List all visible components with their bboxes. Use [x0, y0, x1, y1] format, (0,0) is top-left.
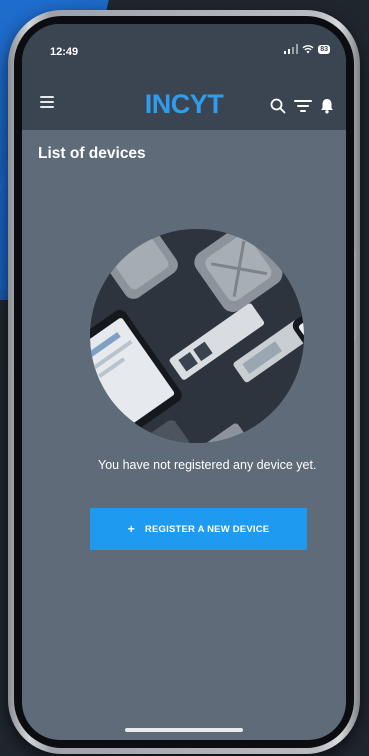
- header-actions: [270, 98, 334, 114]
- status-bar: 12:49 83: [22, 24, 346, 76]
- wifi-icon: [302, 45, 314, 54]
- plus-icon: +: [127, 522, 135, 536]
- phone-frame: 12:49 83 INCYT List of devices You have …: [8, 10, 360, 754]
- register-new-device-button[interactable]: + REGISTER A NEW DEVICE: [90, 508, 307, 550]
- bell-icon[interactable]: [320, 98, 334, 114]
- filter-icon[interactable]: [294, 99, 312, 113]
- devices-illustration-graphic: [90, 229, 304, 443]
- app-header: INCYT: [22, 76, 346, 130]
- search-icon[interactable]: [270, 98, 286, 114]
- page-title: List of devices: [38, 145, 146, 162]
- status-time: 12:49: [50, 46, 79, 58]
- empty-state-message: You have not registered any device yet.: [98, 458, 317, 472]
- register-button-label: REGISTER A NEW DEVICE: [144, 523, 270, 535]
- signal-icon: [284, 44, 299, 54]
- status-icons: 83: [284, 44, 330, 54]
- devices-illustration: [90, 229, 304, 443]
- app-screen: 12:49 83 INCYT List of devices You have …: [22, 24, 346, 740]
- home-indicator[interactable]: [125, 728, 243, 732]
- battery-icon: 83: [318, 44, 330, 54]
